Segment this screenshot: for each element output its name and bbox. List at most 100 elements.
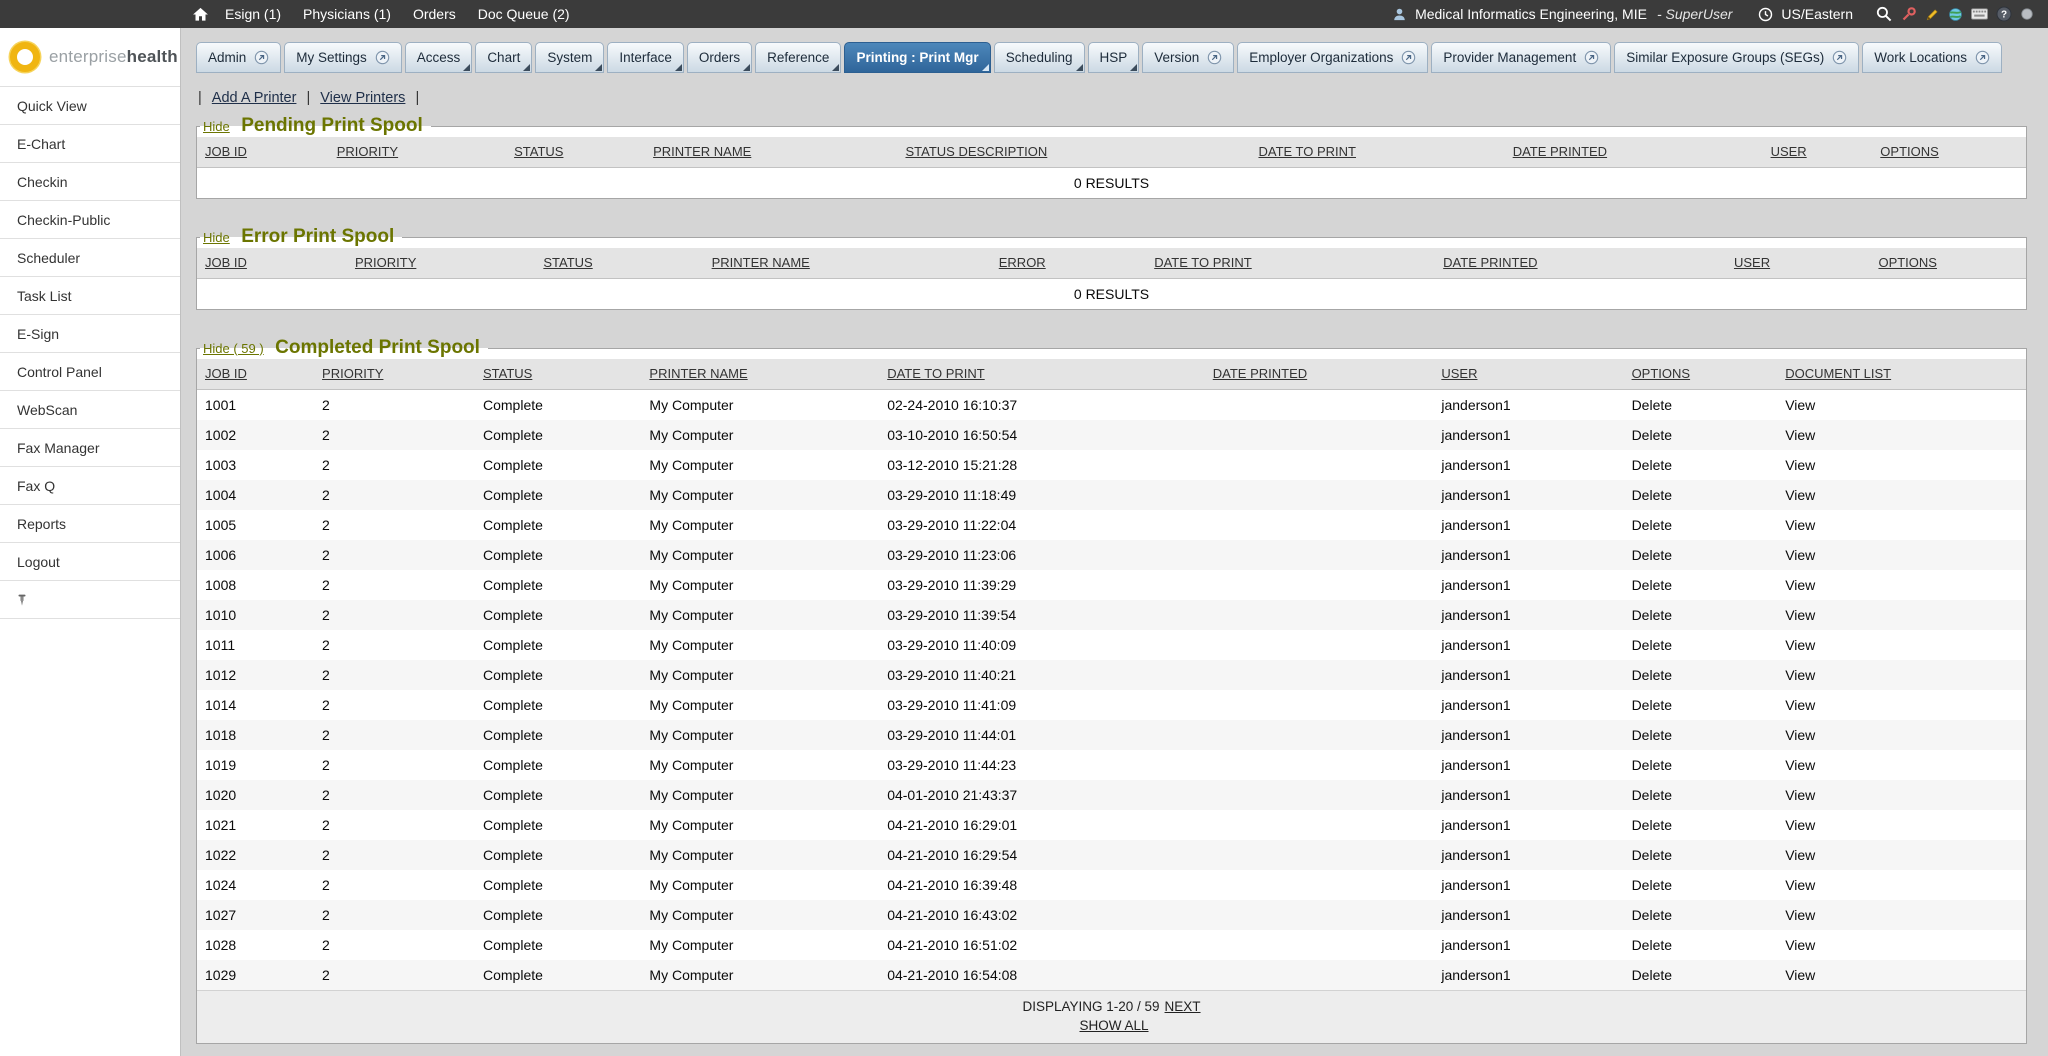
tab-version[interactable]: Version <box>1142 42 1234 73</box>
open-new-window-icon[interactable] <box>375 50 390 65</box>
wrench-icon[interactable] <box>1901 6 1917 22</box>
error-column-link-error[interactable]: ERROR <box>999 255 1046 270</box>
open-new-window-icon[interactable] <box>1401 50 1416 65</box>
tab-my-settings[interactable]: My Settings <box>284 42 402 73</box>
home-icon[interactable] <box>192 6 209 23</box>
completed-column-link-status[interactable]: STATUS <box>483 366 532 381</box>
view-document-link[interactable]: View <box>1785 547 1815 563</box>
search-icon[interactable] <box>1875 5 1893 23</box>
delete-job-link[interactable]: Delete <box>1632 877 1672 893</box>
tab-interface[interactable]: Interface <box>607 42 684 73</box>
view-document-link[interactable]: View <box>1785 517 1815 533</box>
globe-icon[interactable] <box>1948 7 1963 22</box>
next-page-link[interactable]: NEXT <box>1165 999 1201 1014</box>
sidebar-item-reports[interactable]: Reports <box>0 505 180 543</box>
topbar-link-physicians-1[interactable]: Physicians (1) <box>303 6 391 22</box>
sidebar-item-task-list[interactable]: Task List <box>0 277 180 315</box>
delete-job-link[interactable]: Delete <box>1632 967 1672 983</box>
pending-column-link-status[interactable]: STATUS <box>514 144 563 159</box>
error-column-link-status[interactable]: STATUS <box>543 255 592 270</box>
view-document-link[interactable]: View <box>1785 847 1815 863</box>
open-new-window-icon[interactable] <box>1584 50 1599 65</box>
tab-chart[interactable]: Chart <box>475 42 532 73</box>
add-a-printer-link[interactable]: Add A Printer <box>212 90 297 106</box>
delete-job-link[interactable]: Delete <box>1632 787 1672 803</box>
keyboard-icon[interactable] <box>1971 8 1988 20</box>
sidebar-item-e-sign[interactable]: E-Sign <box>0 315 180 353</box>
delete-job-link[interactable]: Delete <box>1632 487 1672 503</box>
sidebar-item-checkin-public[interactable]: Checkin-Public <box>0 201 180 239</box>
view-printers-link[interactable]: View Printers <box>320 90 405 106</box>
completed-column-link-job-id[interactable]: JOB ID <box>205 366 247 381</box>
error-column-link-priority[interactable]: PRIORITY <box>355 255 416 270</box>
open-new-window-icon[interactable] <box>1207 50 1222 65</box>
delete-job-link[interactable]: Delete <box>1632 547 1672 563</box>
sidebar-item-webscan[interactable]: WebScan <box>0 391 180 429</box>
delete-job-link[interactable]: Delete <box>1632 457 1672 473</box>
delete-job-link[interactable]: Delete <box>1632 427 1672 443</box>
delete-job-link[interactable]: Delete <box>1632 817 1672 833</box>
view-document-link[interactable]: View <box>1785 487 1815 503</box>
completed-hide-link[interactable]: Hide ( 59 ) <box>203 341 264 356</box>
error-column-link-user[interactable]: USER <box>1734 255 1770 270</box>
view-document-link[interactable]: View <box>1785 577 1815 593</box>
tab-access[interactable]: Access <box>405 42 473 73</box>
pending-column-link-user[interactable]: USER <box>1771 144 1807 159</box>
error-column-link-job-id[interactable]: JOB ID <box>205 255 247 270</box>
view-document-link[interactable]: View <box>1785 727 1815 743</box>
view-document-link[interactable]: View <box>1785 397 1815 413</box>
pending-column-link-job-id[interactable]: JOB ID <box>205 144 247 159</box>
tab-printing-print-mgr[interactable]: Printing : Print Mgr <box>844 42 990 73</box>
delete-job-link[interactable]: Delete <box>1632 607 1672 623</box>
view-document-link[interactable]: View <box>1785 757 1815 773</box>
error-column-link-date-printed[interactable]: DATE PRINTED <box>1443 255 1537 270</box>
open-new-window-icon[interactable] <box>1975 50 1990 65</box>
delete-job-link[interactable]: Delete <box>1632 397 1672 413</box>
tab-provider-management[interactable]: Provider Management <box>1431 42 1611 73</box>
open-new-window-icon[interactable] <box>1832 50 1847 65</box>
sidebar-item-scheduler[interactable]: Scheduler <box>0 239 180 277</box>
error-hide-link[interactable]: Hide <box>203 230 230 245</box>
error-column-link-options[interactable]: OPTIONS <box>1878 255 1937 270</box>
show-all-link[interactable]: SHOW ALL <box>1079 1018 1148 1033</box>
pending-column-link-status-description[interactable]: STATUS DESCRIPTION <box>905 144 1047 159</box>
tab-reference[interactable]: Reference <box>755 42 841 73</box>
pending-column-link-date-to-print[interactable]: DATE TO PRINT <box>1258 144 1356 159</box>
sidebar-item-fax-manager[interactable]: Fax Manager <box>0 429 180 467</box>
delete-job-link[interactable]: Delete <box>1632 757 1672 773</box>
completed-column-link-options[interactable]: OPTIONS <box>1632 366 1691 381</box>
open-new-window-icon[interactable] <box>254 50 269 65</box>
delete-job-link[interactable]: Delete <box>1632 847 1672 863</box>
delete-job-link[interactable]: Delete <box>1632 727 1672 743</box>
pencil-icon[interactable] <box>1925 7 1940 22</box>
topbar-link-esign-1[interactable]: Esign (1) <box>225 6 281 22</box>
delete-job-link[interactable]: Delete <box>1632 907 1672 923</box>
view-document-link[interactable]: View <box>1785 787 1815 803</box>
tab-similar-exposure-groups-segs[interactable]: Similar Exposure Groups (SEGs) <box>1614 42 1859 73</box>
view-document-link[interactable]: View <box>1785 877 1815 893</box>
completed-column-link-document-list[interactable]: DOCUMENT LIST <box>1785 366 1891 381</box>
error-column-link-printer-name[interactable]: PRINTER NAME <box>712 255 810 270</box>
help-icon[interactable]: ? <box>1996 6 2012 22</box>
tab-scheduling[interactable]: Scheduling <box>994 42 1085 73</box>
tab-hsp[interactable]: HSP <box>1088 42 1140 73</box>
completed-column-link-date-printed[interactable]: DATE PRINTED <box>1213 366 1307 381</box>
error-column-link-date-to-print[interactable]: DATE TO PRINT <box>1154 255 1252 270</box>
view-document-link[interactable]: View <box>1785 457 1815 473</box>
view-document-link[interactable]: View <box>1785 817 1815 833</box>
delete-job-link[interactable]: Delete <box>1632 637 1672 653</box>
pending-column-link-options[interactable]: OPTIONS <box>1880 144 1939 159</box>
pin-icon[interactable] <box>15 593 29 607</box>
pending-column-link-date-printed[interactable]: DATE PRINTED <box>1513 144 1607 159</box>
tab-orders[interactable]: Orders <box>687 42 752 73</box>
delete-job-link[interactable]: Delete <box>1632 697 1672 713</box>
view-document-link[interactable]: View <box>1785 967 1815 983</box>
sidebar-item-control-panel[interactable]: Control Panel <box>0 353 180 391</box>
topbar-link-doc-queue-2[interactable]: Doc Queue (2) <box>478 6 570 22</box>
completed-column-link-priority[interactable]: PRIORITY <box>322 366 383 381</box>
delete-job-link[interactable]: Delete <box>1632 667 1672 683</box>
completed-column-link-date-to-print[interactable]: DATE TO PRINT <box>887 366 985 381</box>
delete-job-link[interactable]: Delete <box>1632 937 1672 953</box>
view-document-link[interactable]: View <box>1785 697 1815 713</box>
pending-column-link-printer-name[interactable]: PRINTER NAME <box>653 144 751 159</box>
